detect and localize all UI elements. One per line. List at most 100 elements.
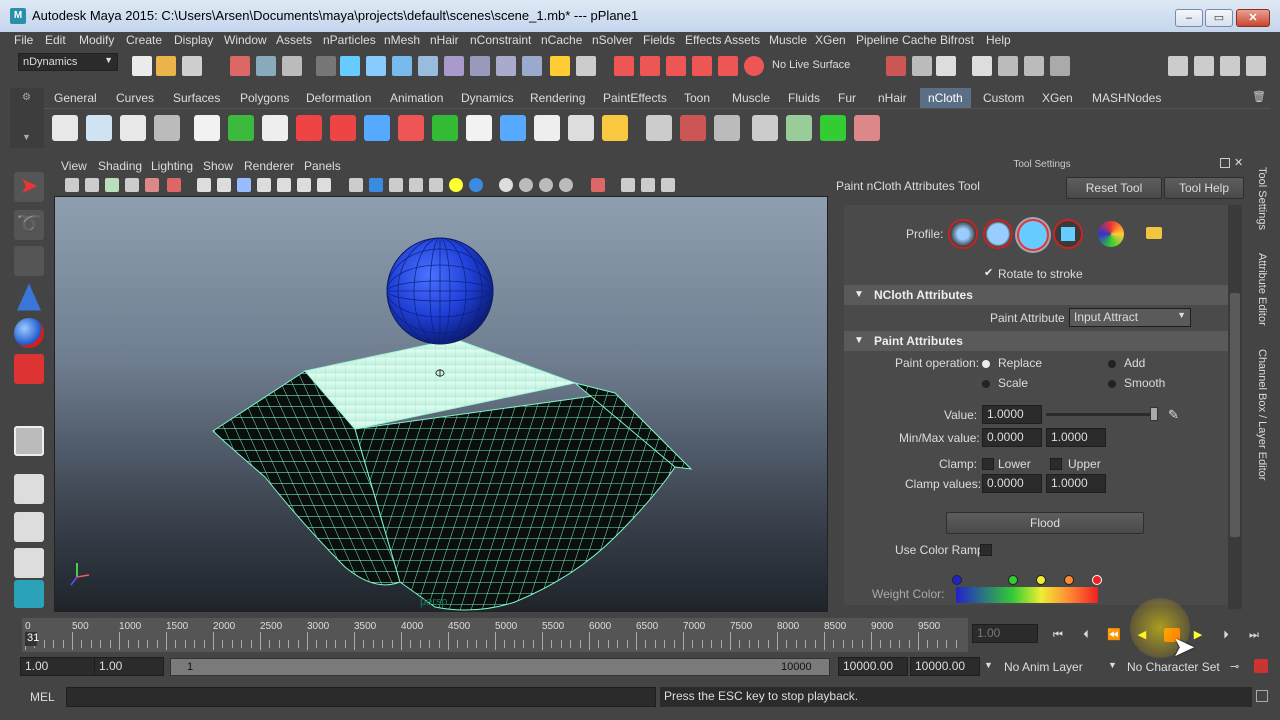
end-time-field[interactable]: 10000.00 [910,657,980,676]
wireframe-on-shaded-icon[interactable] [237,178,251,192]
shelf-tab-painteffects[interactable]: PaintEffects [595,88,675,108]
trash-icon[interactable]: 🗑 [1252,90,1266,104]
menu-bifrost[interactable]: Bifrost [940,33,974,47]
ncloth-attributes-section[interactable]: ▼ NCloth Attributes [844,285,1228,305]
menu-muscle[interactable]: Muscle [769,33,807,47]
smooth-shade-icon[interactable] [217,178,231,192]
highlight-selection-icon[interactable] [576,56,596,76]
move-tool-icon[interactable] [17,283,41,311]
snap-grid-icon[interactable] [614,56,634,76]
save-scene-icon[interactable] [182,56,202,76]
render-settings-icon[interactable] [1024,56,1044,76]
tool-help-button[interactable]: Tool Help [1164,177,1244,199]
shelf-tab-fur[interactable]: Fur [830,88,864,108]
viewport-menu-view[interactable]: View [61,159,87,173]
profile-image-icon[interactable] [1098,221,1124,247]
menu-nhair[interactable]: nHair [430,33,459,47]
ambient-occlusion-icon[interactable] [429,178,443,192]
shelf-menu-gear-icon[interactable]: ⚙ [22,92,31,103]
toggle-channel-box-icon[interactable] [1246,56,1266,76]
make-live-icon[interactable] [718,56,738,76]
menu-effects-assets[interactable]: Effects Assets [685,33,760,47]
camera-attributes-icon[interactable] [85,178,99,192]
ipr-render-icon[interactable] [998,56,1018,76]
weight-color-ramp[interactable] [956,587,1098,603]
play-interactive-icon[interactable] [228,115,254,141]
create-ncloth-icon[interactable] [52,115,78,141]
display-input-mesh-icon[interactable] [154,115,180,141]
clamp-upper-checkbox[interactable] [1050,458,1062,470]
menu-ncache[interactable]: nCache [541,33,582,47]
select-all-icon[interactable] [591,178,605,192]
exclude-collide-icon[interactable] [466,115,492,141]
flood-button[interactable]: Flood [946,512,1144,534]
shelf-tab-toon[interactable]: Toon [676,88,718,108]
viewport-gamma-icon[interactable] [539,178,553,192]
select-curve-icon[interactable] [392,56,412,76]
paint-cache-weights-icon[interactable] [854,115,880,141]
shelf-tab-surfaces[interactable]: Surfaces [165,88,228,108]
maximize-button[interactable]: ▭ [1205,9,1233,27]
remove-ncloth-icon[interactable] [120,115,146,141]
menu-assets[interactable]: Assets [276,33,312,47]
menu-fields[interactable]: Fields [643,33,675,47]
shelf-tab-muscle[interactable]: Muscle [724,88,778,108]
select-hierarchy-icon[interactable] [230,56,250,76]
start-time-field[interactable]: 1.00 [20,657,96,676]
shelf-tab-nhair[interactable]: nHair [870,88,915,108]
profile-solid-icon[interactable] [1017,219,1049,251]
safe-action-icon[interactable] [661,178,675,192]
menu-nsolver[interactable]: nSolver [592,33,633,47]
replace-cache-frame-icon[interactable] [752,115,778,141]
shelf-tab-animation[interactable]: Animation [382,88,451,108]
value-slider-track[interactable] [1046,413,1158,416]
time-slider[interactable]: 0 500 1000 1500 2000 2500 3000 3500 4000 4500 5000… [22,618,968,652]
toggle-tool-settings-icon[interactable] [1220,56,1240,76]
resolution-gate-icon[interactable] [621,178,635,192]
wireframe-icon[interactable] [197,178,211,192]
auto-key-icon[interactable]: ⊸ [1230,660,1239,673]
delete-cache-icon[interactable] [680,115,706,141]
paint-vertex-property-icon[interactable] [262,115,288,141]
menu-nconstraint[interactable]: nConstraint [470,33,531,47]
max-value-field[interactable]: 1.0000 [1046,428,1106,447]
shelf-tab-general[interactable]: General [46,88,105,108]
use-color-ramp-checkbox[interactable] [980,544,992,556]
menu-edit[interactable]: Edit [45,33,66,47]
lights-icon[interactable] [277,178,291,192]
ramp-key-green[interactable] [1008,575,1018,585]
viewport-menu-panels[interactable]: Panels [304,159,341,173]
rotate-tool-icon[interactable] [14,318,44,348]
select-object-icon[interactable] [256,56,276,76]
clamp-max-field[interactable]: 1.0000 [1046,474,1106,493]
attach-cache-icon[interactable] [820,115,846,141]
create-cache-icon[interactable] [646,115,672,141]
step-back-key-icon[interactable]: ⏪ [1106,628,1122,642]
clamp-min-field[interactable]: 0.0000 [982,474,1042,493]
textured-icon[interactable] [257,178,271,192]
chevron-down-icon[interactable]: ▼ [1108,660,1117,670]
select-camera-icon[interactable] [65,178,79,192]
attribute-editor-tab[interactable]: Attribute Editor [1252,253,1268,326]
xray-icon[interactable] [369,178,383,192]
paint-attribute-dropdown[interactable]: Input Attract ▼ [1069,308,1191,327]
disable-collision-icon[interactable] [500,115,526,141]
menu-file[interactable]: File [14,33,33,47]
tool-settings-scrollbar[interactable] [1228,205,1242,609]
command-input[interactable] [66,687,656,707]
playback-start-field[interactable]: 1.00 [94,657,164,676]
menu-pipeline-cache[interactable]: Pipeline Cache [856,33,937,47]
outliner-layout-icon[interactable] [14,548,44,578]
filter-icon[interactable] [316,56,336,76]
menu-xgen[interactable]: XGen [815,33,846,47]
profile-gaussian-icon[interactable] [948,219,978,249]
xray-joints-icon[interactable] [389,178,403,192]
grid-toggle-icon[interactable] [145,178,159,192]
browse-folder-icon[interactable] [1146,227,1162,239]
shelf-tab-dynamics[interactable]: Dynamics [453,88,522,108]
paint-attributes-section[interactable]: ▼ Paint Attributes [844,331,1228,351]
menu-modify[interactable]: Modify [79,33,114,47]
current-time-field[interactable]: 1.00 [972,624,1038,643]
value-slider-handle[interactable] [1150,407,1158,421]
shelf-tab-deformation[interactable]: Deformation [298,88,379,108]
